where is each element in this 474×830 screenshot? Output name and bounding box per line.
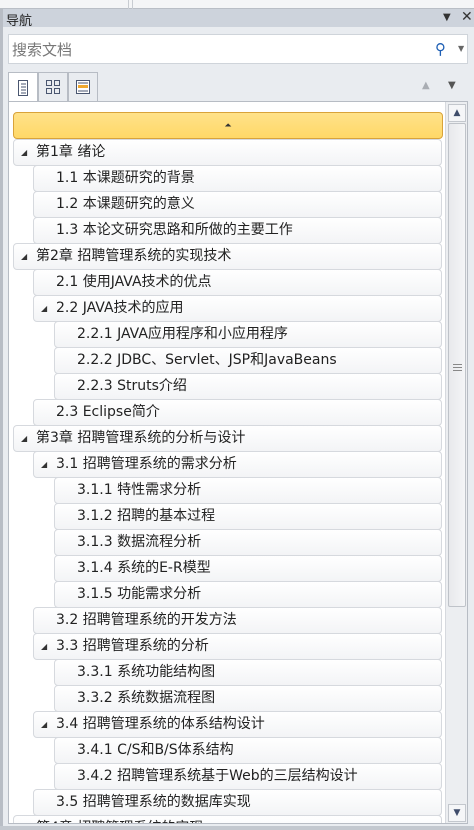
heading-item-level-2[interactable]: 3.5 招聘管理系统的数据库实现 [33, 789, 442, 816]
scrollbar-thumb[interactable] [448, 123, 466, 607]
expand-triangle-icon[interactable]: ◢ [41, 296, 47, 321]
heading-label: 2.2.2 JDBC、Servlet、JSP和JavaBeans [77, 352, 337, 368]
pages-thumbnail-icon [46, 80, 60, 94]
panel-title: 导航 [6, 14, 33, 29]
heading-item-level-2[interactable]: 1.1 本课题研究的背景 [33, 165, 442, 192]
expand-triangle-icon[interactable]: ◢ [21, 816, 27, 823]
heading-label: 3.3.1 系统功能结构图 [77, 664, 216, 680]
splitter[interactable] [0, 9, 3, 830]
headings-icon [18, 80, 28, 96]
heading-label: 1.2 本课题研究的意义 [56, 196, 195, 212]
heading-label: 1.1 本课题研究的背景 [56, 170, 195, 186]
panel-menu-dropdown-icon[interactable]: ▼ [443, 12, 451, 23]
heading-label: 3.5 招聘管理系统的数据库实现 [56, 794, 251, 810]
search-results-icon [76, 80, 90, 94]
heading-label: 3.3.2 系统数据流程图 [77, 690, 216, 706]
heading-item-level-2[interactable]: 2.3 Eclipse简介 [33, 399, 442, 426]
heading-label: 3.4 招聘管理系统的体系结构设计 [56, 716, 265, 732]
heading-label: 3.1.4 系统的E-R模型 [77, 560, 211, 576]
heading-label: 第3章 招聘管理系统的分析与设计 [36, 430, 246, 446]
vertical-scrollbar[interactable]: ▲ ▼ [445, 102, 467, 823]
heading-label: 第2章 招聘管理系统的实现技术 [36, 248, 232, 264]
heading-label: 3.4.2 招聘管理系统基于Web的三层结构设计 [77, 768, 358, 784]
expand-triangle-icon[interactable]: ◢ [21, 244, 27, 269]
previous-heading-icon[interactable]: ▲ [422, 80, 430, 91]
heading-label: 3.2 招聘管理系统的开发方法 [56, 612, 237, 628]
heading-label: 3.1 招聘管理系统的需求分析 [56, 456, 237, 472]
expand-triangle-icon[interactable]: ◢ [41, 634, 47, 659]
panel-header: 导航 ▼ ✕ [3, 9, 474, 29]
heading-item-level-3[interactable]: 2.2.2 JDBC、Servlet、JSP和JavaBeans [54, 347, 442, 374]
heading-label: 2.1 使用JAVA技术的优点 [56, 274, 212, 290]
grip-icon [453, 364, 462, 371]
heading-label: 3.1.3 数据流程分析 [77, 534, 202, 550]
scroll-down-icon[interactable]: ▼ [448, 804, 466, 822]
tab-pages[interactable] [38, 72, 68, 102]
heading-item-level-2[interactable]: 1.3 本论文研究思路和所做的主要工作 [33, 217, 442, 244]
collapse-up-icon: ⏶ [224, 120, 232, 131]
top-strip [0, 0, 474, 9]
heading-item-level-2[interactable]: ◢ 3.4 招聘管理系统的体系结构设计 [33, 711, 442, 738]
heading-item-level-3[interactable]: 3.1.4 系统的E-R模型 [54, 555, 442, 582]
heading-item-level-2[interactable]: 3.2 招聘管理系统的开发方法 [33, 607, 442, 634]
heading-item-level-3[interactable]: 2.2.3 Struts介绍 [54, 373, 442, 400]
expand-triangle-icon[interactable]: ◢ [21, 140, 27, 165]
tab-results[interactable] [68, 72, 98, 102]
heading-item-level-3[interactable]: 3.3.1 系统功能结构图 [54, 659, 442, 686]
heading-label: 第4章 招聘管理系统的实现 [36, 816, 203, 823]
heading-item-level-1[interactable]: ◢ 第2章 招聘管理系统的实现技术 [13, 243, 442, 270]
heading-label: 3.4.1 C/S和B/S体系结构 [77, 742, 234, 758]
heading-item-level-2[interactable]: ◢ 2.2 JAVA技术的应用 [33, 295, 442, 322]
heading-label: 1.3 本论文研究思路和所做的主要工作 [56, 222, 293, 238]
heading-item-level-2[interactable]: ◢ 3.1 招聘管理系统的需求分析 [33, 451, 442, 478]
scroll-up-icon[interactable]: ▲ [448, 104, 466, 122]
tab-headings[interactable] [8, 72, 38, 103]
collapse-all-button[interactable]: ⏶ [13, 112, 443, 139]
heading-label: 2.2.3 Struts介绍 [77, 378, 187, 394]
heading-item-level-3[interactable]: 3.1.2 招聘的基本过程 [54, 503, 442, 530]
expand-triangle-icon[interactable]: ◢ [21, 426, 27, 451]
heading-label: 2.2 JAVA技术的应用 [56, 300, 184, 316]
expand-triangle-icon[interactable]: ◢ [41, 452, 47, 477]
heading-item-level-1[interactable]: ◢ 第4章 招聘管理系统的实现 [13, 815, 442, 823]
heading-item-level-1[interactable]: ◢ 第3章 招聘管理系统的分析与设计 [13, 425, 442, 452]
heading-item-level-2[interactable]: ◢ 3.3 招聘管理系统的分析 [33, 633, 442, 660]
heading-label: 第1章 绪论 [36, 144, 106, 160]
heading-item-level-3[interactable]: 3.1.3 数据流程分析 [54, 529, 442, 556]
heading-item-level-3[interactable]: 2.2.1 JAVA应用程序和小应用程序 [54, 321, 442, 348]
search-icon[interactable]: ⚲ [435, 40, 446, 58]
search-placeholder: 搜索文档 [12, 41, 73, 59]
heading-label: 3.1.5 功能需求分析 [77, 586, 202, 602]
heading-item-level-2[interactable]: 2.1 使用JAVA技术的优点 [33, 269, 442, 296]
bottom-edge [0, 826, 474, 830]
heading-label: 2.2.1 JAVA应用程序和小应用程序 [77, 326, 288, 342]
heading-item-level-3[interactable]: 3.4.2 招聘管理系统基于Web的三层结构设计 [54, 763, 442, 790]
heading-item-level-3[interactable]: 3.4.1 C/S和B/S体系结构 [54, 737, 442, 764]
search-input[interactable]: 搜索文档 ⚲ ▼ [8, 34, 468, 64]
next-heading-icon[interactable]: ▼ [448, 80, 456, 91]
heading-item-level-3[interactable]: 3.3.2 系统数据流程图 [54, 685, 442, 712]
close-icon[interactable]: ✕ [461, 9, 473, 25]
heading-item-level-2[interactable]: 1.2 本课题研究的意义 [33, 191, 442, 218]
heading-item-level-3[interactable]: 3.1.5 功能需求分析 [54, 581, 442, 608]
heading-label: 3.3 招聘管理系统的分析 [56, 638, 209, 654]
navigation-tree: ⏶ ◢ 第1章 绪论 1.1 本课题研究的背景 1.2 本课题研究的意义 1.3 本论文… [8, 101, 468, 824]
heading-item-level-3[interactable]: 3.1.1 特性需求分析 [54, 477, 442, 504]
search-options-chevron-down-icon[interactable]: ▼ [458, 44, 464, 53]
heading-item-level-1[interactable]: ◢ 第1章 绪论 [13, 139, 442, 166]
heading-label: 3.1.2 招聘的基本过程 [77, 508, 216, 524]
expand-triangle-icon[interactable]: ◢ [41, 712, 47, 737]
heading-label: 3.1.1 特性需求分析 [77, 482, 202, 498]
heading-label: 2.3 Eclipse简介 [56, 404, 160, 420]
